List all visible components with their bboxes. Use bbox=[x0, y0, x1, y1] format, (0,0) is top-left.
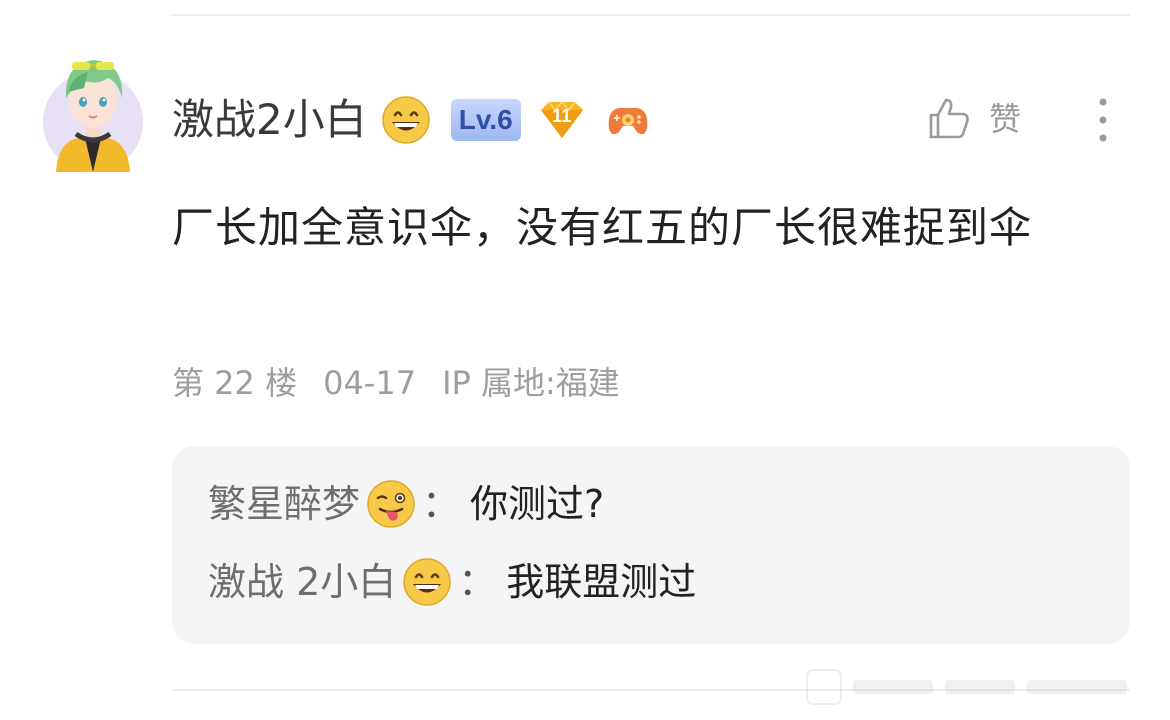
more-options-button[interactable] bbox=[1088, 96, 1118, 144]
username[interactable]: 激战2小白 bbox=[172, 99, 367, 141]
reply-text: 我联盟测过 bbox=[506, 560, 697, 604]
comment-page: 激战2小白 Lv.6 11 赞 厂长加全意识伞，没有红五的厂长很难捉到伞 第 2… bbox=[0, 0, 1170, 720]
top-divider bbox=[172, 14, 1130, 16]
comment-content: 厂长加全意识伞，没有红五的厂长很难捉到伞 bbox=[172, 203, 1033, 252]
reply-text: 你测过? bbox=[470, 482, 605, 526]
reply-item[interactable]: 繁星醉梦 ： 你测过? bbox=[208, 472, 1094, 536]
watermark bbox=[805, 666, 1135, 710]
reply-item[interactable]: 激战 2小白 ： 我联盟测过 bbox=[208, 550, 1094, 614]
gem-badge-number: 11 bbox=[552, 106, 572, 126]
winking-face-with-tongue-emoji-icon bbox=[366, 479, 416, 529]
reply-author[interactable]: 繁星醉梦 bbox=[208, 485, 360, 523]
comment-date: 04-17 bbox=[323, 364, 417, 402]
like-label: 赞 bbox=[989, 100, 1022, 138]
thumbs-up-icon bbox=[929, 98, 969, 139]
avatar[interactable] bbox=[38, 42, 148, 172]
level-badge: Lv.6 bbox=[450, 99, 521, 141]
grinning-face-emoji-icon bbox=[402, 557, 452, 607]
floor-number: 第 22 楼 bbox=[172, 364, 298, 402]
grinning-face-emoji-icon bbox=[381, 95, 431, 145]
reply-author[interactable]: 激战 2小白 bbox=[208, 563, 396, 601]
more-vertical-icon bbox=[1099, 98, 1107, 142]
reply-list[interactable]: 繁星醉梦 ： 你测过? 激战 2小白 ： 我联盟测过 bbox=[172, 446, 1130, 644]
comment-header: 激战2小白 Lv.6 11 bbox=[172, 92, 653, 148]
gamepad-badge-icon bbox=[603, 98, 653, 142]
comment-meta: 第 22 楼 04-17 IP 属地:福建 bbox=[172, 364, 620, 402]
ip-location: IP 属地:福建 bbox=[442, 364, 620, 402]
gem-badge: 11 bbox=[535, 98, 589, 142]
reply-separator: ： bbox=[422, 482, 461, 526]
reply-separator: ： bbox=[458, 560, 497, 604]
like-button[interactable]: 赞 bbox=[925, 95, 1021, 143]
